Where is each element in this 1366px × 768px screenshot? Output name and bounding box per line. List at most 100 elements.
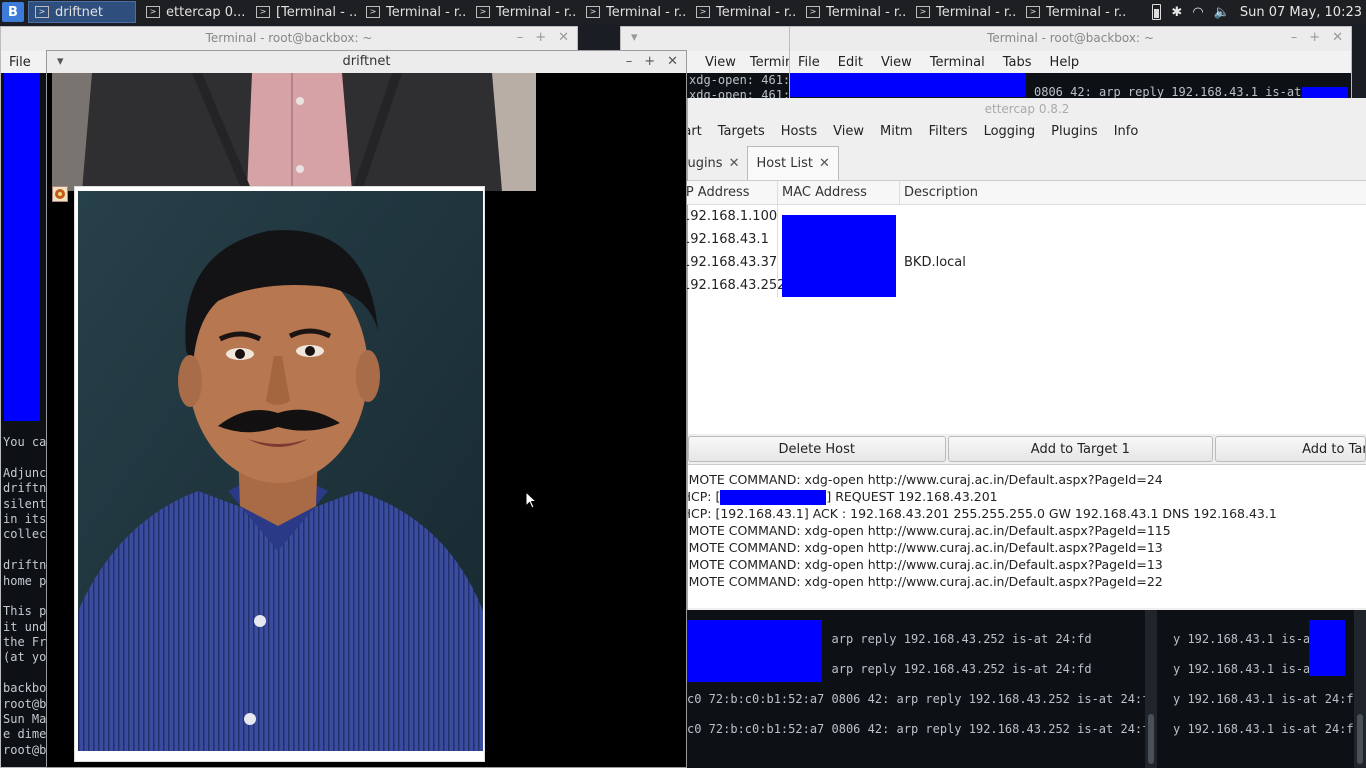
host-description — [900, 228, 1356, 251]
add-to-target2-button[interactable]: Add to Target 2 — [1215, 436, 1366, 462]
table-row[interactable]: 192.168.1.100 — [678, 205, 1356, 228]
bluetooth-icon[interactable]: ✱ — [1171, 5, 1182, 20]
volume-icon[interactable]: 🔈 — [1214, 5, 1230, 20]
menu-start[interactable]: Start — [688, 124, 702, 139]
terminal-arp-output[interactable]: 0806 42: arp reply 192.168.43.252 is-at … — [687, 610, 1366, 768]
terminal-line: silent — [3, 496, 47, 511]
column-description[interactable]: Description — [900, 181, 1366, 204]
taskbar-item[interactable]: > ettercap 0.... — [140, 1, 246, 23]
taskbar-item[interactable]: > Terminal - r... — [800, 1, 906, 23]
menubar: File Edit View Terminal Tabs Help — [790, 51, 1351, 73]
add-to-target1-button[interactable]: Add to Target 1 — [947, 436, 1214, 462]
taskbar-item-label: driftnet — [55, 4, 103, 20]
terminal-app-icon: > — [696, 6, 710, 18]
menu-tabs[interactable]: Tabs — [1003, 55, 1032, 70]
window-menu-icon[interactable]: ▾ — [631, 27, 638, 49]
menu-targets[interactable]: Targets — [718, 124, 765, 139]
menu-plugins[interactable]: Plugins — [1051, 124, 1098, 139]
taskbar-item[interactable]: > Terminal - r... — [580, 1, 686, 23]
close-icon[interactable]: ✕ — [729, 156, 740, 171]
menu-logging[interactable]: Logging — [984, 124, 1036, 139]
mouse-cursor — [525, 490, 538, 513]
start-menu-button[interactable]: B — [2, 2, 24, 22]
table-row[interactable]: 192.168.43.1 — [678, 228, 1356, 251]
table-row[interactable]: 192.168.43.37 BKD.local — [678, 251, 1356, 274]
terminal-line: y 192.168.43.1 is-at 24:fd: — [1173, 722, 1366, 736]
system-tray: ✱ ◠ 🔈 Sun 07 May, 10:23 — [1152, 0, 1366, 24]
close-icon[interactable]: ✕ — [1332, 27, 1343, 49]
menu-hosts[interactable]: Hosts — [781, 124, 817, 139]
window-titlebar[interactable]: ▾ — [621, 27, 789, 51]
terminal-line: root@b — [3, 696, 47, 711]
taskbar-item-label: Terminal - r... — [936, 4, 1016, 20]
taskbar-item[interactable]: > Terminal - r... — [690, 1, 796, 23]
menu-terminal[interactable]: Termin — [750, 55, 789, 70]
menu-filters[interactable]: Filters — [929, 124, 968, 139]
driftnet-window[interactable]: ▾ driftnet – + ✕ — [46, 50, 687, 768]
tab-plugins[interactable]: Plugins ✕ — [688, 146, 747, 180]
terminal-line: Adjunc — [3, 465, 47, 480]
menu-info[interactable]: Info — [1114, 124, 1139, 139]
log-pane[interactable]: REMOTE COMMAND: xdg-open http://www.cura… — [688, 464, 1366, 608]
captured-image-suit[interactable] — [52, 73, 536, 191]
taskbar-item[interactable]: > Terminal - r... — [360, 1, 466, 23]
terminal-line: This p — [3, 604, 47, 619]
terminal-window-right[interactable]: Terminal - root@backbox: ~ – + ✕ File Ed… — [789, 26, 1352, 102]
maximize-icon[interactable]: + — [644, 51, 655, 73]
close-icon[interactable]: ✕ — [819, 156, 830, 171]
tab-label: Plugins — [688, 155, 723, 171]
close-icon[interactable]: ✕ — [558, 27, 569, 49]
host-ip: 192.168.1.100 — [682, 209, 778, 224]
host-list-table[interactable]: IP Address MAC Address Description 192.1… — [678, 180, 1366, 434]
maximize-icon[interactable]: + — [1309, 27, 1320, 49]
menu-edit[interactable]: Edit — [838, 55, 863, 70]
taskbar-item[interactable]: > Terminal - r... — [910, 1, 1016, 23]
tab-label: Host List — [756, 156, 813, 171]
captured-image-thumbnail[interactable] — [52, 186, 68, 202]
terminal-app-icon: > — [806, 6, 820, 18]
taskbar-item[interactable]: > [Terminal - ... — [250, 1, 356, 23]
taskbar-item[interactable]: > Terminal - r... — [470, 1, 576, 23]
captured-image-portrait[interactable] — [74, 186, 485, 762]
window-titlebar[interactable]: ▾ driftnet – + ✕ — [47, 51, 686, 73]
minimize-icon[interactable]: – — [1291, 27, 1298, 49]
minimize-icon[interactable]: – — [517, 27, 524, 49]
scrollbar[interactable] — [1145, 610, 1157, 768]
redacted-block — [720, 490, 827, 505]
clock[interactable]: Sun 07 May, 10:23 — [1240, 5, 1362, 20]
redacted-block — [1309, 620, 1345, 676]
minimize-icon[interactable]: – — [626, 51, 633, 73]
wifi-icon[interactable]: ◠ — [1192, 5, 1203, 20]
terminal-app-icon: > — [476, 6, 490, 18]
window-titlebar[interactable]: Terminal - root@backbox: ~ – + ✕ — [790, 27, 1351, 51]
window-menu-icon[interactable]: ▾ — [57, 51, 64, 73]
column-mac[interactable]: MAC Address — [778, 181, 900, 204]
menu-terminal[interactable]: Terminal — [930, 55, 985, 70]
terminal-line: it und — [3, 619, 47, 634]
menubar: Start Targets Hosts View Mitm Filters Logging P… — [688, 120, 1366, 142]
terminal-line: xdg-open: 461: — [689, 73, 790, 87]
menu-view[interactable]: View — [881, 55, 912, 70]
taskbar-item-label: Terminal - r... — [1046, 4, 1126, 20]
column-ip[interactable]: IP Address — [678, 181, 778, 204]
battery-icon[interactable] — [1152, 4, 1162, 20]
menu-view[interactable]: View — [833, 124, 864, 139]
taskbar: B > driftnet > ettercap 0.... > [Terminal - .… — [0, 0, 1366, 24]
tab-host-list[interactable]: Host List ✕ — [747, 146, 839, 180]
terminal-output[interactable]: You ca Adjunc driftn silent in its collec drif… — [1, 73, 47, 767]
window-titlebar[interactable]: Terminal - root@backbox: ~ – + ✕ — [1, 27, 577, 51]
close-icon[interactable]: ✕ — [667, 51, 678, 73]
maximize-icon[interactable]: + — [535, 27, 546, 49]
ettercap-window[interactable]: ettercap 0.8.2 Start Targets Hosts View Mitm… — [678, 98, 1366, 610]
menu-file[interactable]: File — [9, 55, 31, 70]
taskbar-item[interactable]: > Terminal - r... — [1020, 1, 1126, 23]
menu-mitm[interactable]: Mitm — [880, 124, 913, 139]
host-description — [900, 205, 1356, 228]
table-row[interactable]: 192.168.43.252 — [678, 274, 1356, 297]
menu-help[interactable]: Help — [1050, 55, 1080, 70]
scrollbar[interactable] — [1354, 610, 1366, 768]
delete-host-button[interactable]: Delete Host — [688, 436, 946, 462]
menu-view[interactable]: View — [705, 55, 736, 70]
menu-file[interactable]: File — [798, 55, 820, 70]
taskbar-item[interactable]: > driftnet — [28, 1, 136, 23]
